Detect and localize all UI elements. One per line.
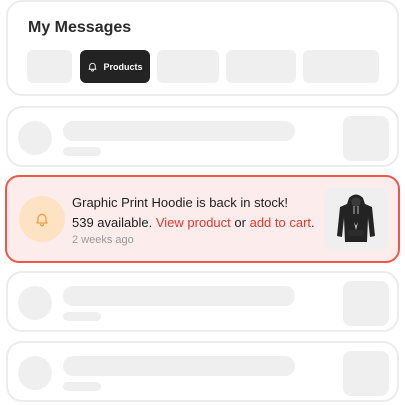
page-title: My Messages: [28, 19, 132, 36]
time-placeholder: [63, 312, 101, 321]
view-product-link[interactable]: View product: [156, 215, 231, 230]
restock-notification[interactable]: Graphic Print Hoodie is back in stock! 5…: [5, 175, 400, 263]
notification-message: Graphic Print Hoodie is back in stock! 5…: [72, 193, 322, 233]
time-placeholder: [63, 147, 101, 156]
notification-time: 2 weeks ago: [72, 234, 134, 246]
message-skeleton-2: [6, 271, 399, 332]
hoodie-image: [337, 194, 375, 242]
message-skeleton-3: [6, 341, 399, 402]
thumbnail-placeholder: [343, 116, 389, 161]
tab-products-label: Products: [103, 61, 143, 72]
product-thumbnail[interactable]: [324, 188, 388, 250]
avatar-placeholder: [18, 286, 52, 320]
message-skeleton-1: [6, 106, 399, 167]
thumbnail-placeholder: [343, 351, 389, 396]
tab-placeholder-1[interactable]: [27, 50, 72, 83]
thumbnail-placeholder: [343, 281, 389, 326]
add-to-cart-link[interactable]: add to cart: [250, 215, 311, 230]
text-placeholder: [63, 356, 295, 376]
notification-detail: 539 available. View product or add to ca…: [72, 213, 322, 233]
tab-placeholder-2[interactable]: [157, 50, 219, 83]
notification-icon-badge: [19, 196, 65, 242]
bell-icon: [89, 62, 97, 72]
or-text: or: [234, 215, 246, 230]
text-placeholder: [63, 286, 295, 306]
tab-placeholder-4[interactable]: [303, 50, 379, 83]
text-placeholder: [63, 121, 295, 141]
messages-header: My Messages Products: [6, 0, 399, 96]
period-text: .: [311, 215, 315, 230]
bell-icon: [36, 213, 48, 227]
tab-products[interactable]: Products: [80, 50, 150, 83]
time-placeholder: [63, 382, 101, 391]
stock-count: 539 available.: [72, 215, 153, 230]
avatar-placeholder: [18, 121, 52, 155]
avatar-placeholder: [18, 356, 52, 390]
notification-title: Graphic Print Hoodie is back in stock!: [72, 195, 289, 210]
tab-placeholder-3[interactable]: [226, 50, 296, 83]
